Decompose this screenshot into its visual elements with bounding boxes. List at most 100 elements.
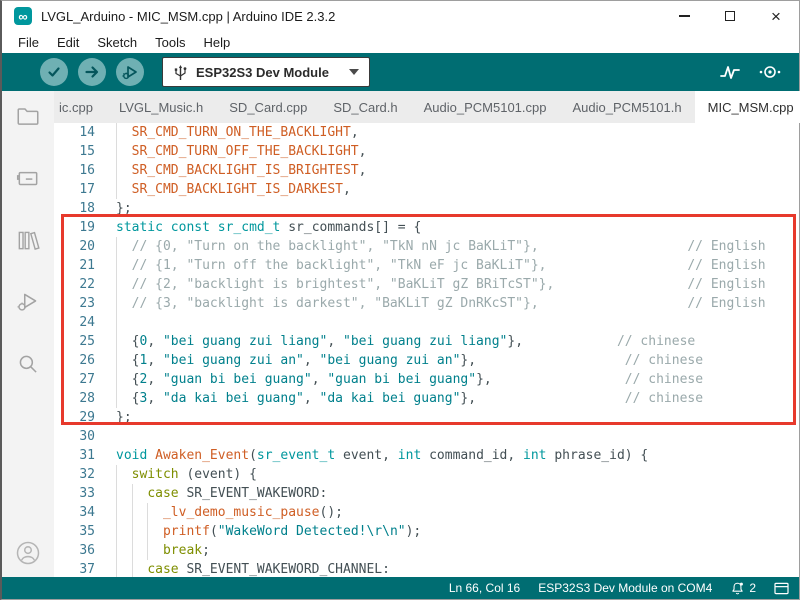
activity-sidebar <box>2 91 54 577</box>
line-number: 23 <box>54 294 95 313</box>
menu-edit[interactable]: Edit <box>48 31 88 53</box>
cursor-position[interactable]: Ln 66, Col 16 <box>449 581 520 595</box>
line-number: 18 <box>54 199 95 218</box>
code-line[interactable]: 32 switch (event) { <box>54 465 799 484</box>
code-line[interactable]: 21 // {1, "Turn off the backlight", "TkN… <box>54 256 799 275</box>
tab-sd-card-cpp[interactable]: SD_Card.cpp <box>216 91 320 123</box>
tab-ic-cpp[interactable]: ic.cpp <box>54 91 106 123</box>
code-line[interactable]: 15 SR_CMD_TURN_OFF_THE_BACKLIGHT, <box>54 142 799 161</box>
line-number: 29 <box>54 408 95 427</box>
arduino-app-icon: ∞ <box>14 7 32 25</box>
status-bar: Ln 66, Col 16 ESP32S3 Dev Module on COM4… <box>2 577 799 599</box>
arrow-right-icon <box>84 64 100 80</box>
tab-audio-pcm5101-cpp[interactable]: Audio_PCM5101.cpp <box>411 91 560 123</box>
code-line[interactable]: 23 // {3, "backlight is darkest", "BaKLi… <box>54 294 799 313</box>
code-line[interactable]: 27 {2, "guan bi bei guang", "guan bi bei… <box>54 370 799 389</box>
maximize-button[interactable] <box>707 1 753 31</box>
code-line[interactable]: 24 <box>54 313 799 332</box>
sidebar-boards-manager-button[interactable] <box>13 163 43 193</box>
line-number: 30 <box>54 427 95 446</box>
line-number: 33 <box>54 484 95 503</box>
menu-help[interactable]: Help <box>194 31 239 53</box>
code-line[interactable]: 22 // {2, "backlight is brightest", "BaK… <box>54 275 799 294</box>
line-number: 24 <box>54 313 95 332</box>
account-icon <box>14 539 42 567</box>
window-title: LVGL_Arduino - MIC_MSM.cpp | Arduino IDE… <box>41 9 335 24</box>
verify-button[interactable] <box>40 58 68 86</box>
menu-tools[interactable]: Tools <box>146 31 194 53</box>
maximize-icon <box>725 11 735 21</box>
line-number: 27 <box>54 370 95 389</box>
code-line[interactable]: 17 SR_CMD_BACKLIGHT_IS_DARKEST, <box>54 180 799 199</box>
line-number: 35 <box>54 522 95 541</box>
arduino-ide-window: ∞ LVGL_Arduino - MIC_MSM.cpp | Arduino I… <box>0 0 800 600</box>
line-number: 16 <box>54 161 95 180</box>
line-number: 31 <box>54 446 95 465</box>
code-line[interactable]: 36 break; <box>54 541 799 560</box>
title-bar: ∞ LVGL_Arduino - MIC_MSM.cpp | Arduino I… <box>2 1 799 31</box>
tab-audio-pcm5101-h[interactable]: Audio_PCM5101.h <box>559 91 694 123</box>
code-line[interactable]: 16 SR_CMD_BACKLIGHT_IS_BRIGHTEST, <box>54 161 799 180</box>
editor-tabstrip: ic.cpp LVGL_Music.h SD_Card.cpp SD_Card.… <box>54 91 799 123</box>
line-number: 28 <box>54 389 95 408</box>
code-line[interactable]: 34 _lv_demo_music_pause(); <box>54 503 799 522</box>
code-line[interactable]: 28 {3, "da kai bei guang", "da kai bei g… <box>54 389 799 408</box>
close-icon: × <box>771 8 781 25</box>
code-line[interactable]: 19static const sr_cmd_t sr_commands[] = … <box>54 218 799 237</box>
line-number: 20 <box>54 237 95 256</box>
code-line[interactable]: 30 <box>54 427 799 446</box>
code-lines: 14 SR_CMD_TURN_ON_THE_BACKLIGHT,15 SR_CM… <box>54 123 799 577</box>
serial-monitor-button[interactable] <box>757 59 783 85</box>
selected-board-label: ESP32S3 Dev Module <box>196 65 329 80</box>
notification-count: 2 <box>749 581 756 595</box>
toggle-panel-button[interactable] <box>774 582 789 595</box>
plotter-pulse-icon <box>719 63 741 81</box>
search-icon <box>15 351 41 377</box>
code-line[interactable]: 37 case SR_EVENT_WAKEWORD_CHANNEL: <box>54 560 799 577</box>
tab-sd-card-h[interactable]: SD_Card.h <box>320 91 410 123</box>
indent-guide <box>116 313 117 332</box>
usb-icon <box>173 64 188 81</box>
code-line[interactable]: 25 {0, "bei guang zui liang", "bei guang… <box>54 332 799 351</box>
code-line[interactable]: 26 {1, "bei guang zui an", "bei guang zu… <box>54 351 799 370</box>
layout-panel-icon <box>774 582 789 595</box>
notifications-button[interactable]: 2 <box>730 581 756 596</box>
line-number: 21 <box>54 256 95 275</box>
code-line[interactable]: 18}; <box>54 199 799 218</box>
bell-icon <box>730 581 745 596</box>
close-button[interactable]: × <box>753 1 799 31</box>
line-number: 15 <box>54 142 95 161</box>
code-line[interactable]: 33 case SR_EVENT_WAKEWORD: <box>54 484 799 503</box>
chevron-down-icon <box>349 69 359 75</box>
menu-sketch[interactable]: Sketch <box>88 31 146 53</box>
books-icon <box>15 227 41 253</box>
board-selector-dropdown[interactable]: ESP32S3 Dev Module <box>162 57 370 87</box>
sidebar-sketchbook-button[interactable] <box>13 101 43 131</box>
folder-icon <box>15 103 41 129</box>
code-line[interactable]: 31void Awaken_Event(sr_event_t event, in… <box>54 446 799 465</box>
line-number: 19 <box>54 218 95 237</box>
board-port-status[interactable]: ESP32S3 Dev Module on COM4 <box>538 581 712 595</box>
minimize-button[interactable] <box>661 1 707 31</box>
toolbar: ESP32S3 Dev Module <box>2 53 799 91</box>
line-number: 34 <box>54 503 95 522</box>
tab-lvgl-music-h[interactable]: LVGL_Music.h <box>106 91 216 123</box>
line-number: 25 <box>54 332 95 351</box>
sidebar-account-button[interactable] <box>2 539 54 567</box>
tab-mic-msm-cpp[interactable]: MIC_MSM.cpp <box>695 91 800 123</box>
debug-button[interactable] <box>116 58 144 86</box>
sidebar-debug-button[interactable] <box>13 287 43 317</box>
code-line[interactable]: 29}; <box>54 408 799 427</box>
debug-play-bug-icon <box>121 63 139 81</box>
line-number: 36 <box>54 541 95 560</box>
code-editor[interactable]: 14 SR_CMD_TURN_ON_THE_BACKLIGHT,15 SR_CM… <box>54 123 799 577</box>
upload-button[interactable] <box>78 58 106 86</box>
serial-plotter-button[interactable] <box>717 59 743 85</box>
sidebar-library-manager-button[interactable] <box>13 225 43 255</box>
check-icon <box>46 64 62 80</box>
code-line[interactable]: 14 SR_CMD_TURN_ON_THE_BACKLIGHT, <box>54 123 799 142</box>
menu-file[interactable]: File <box>9 31 48 53</box>
sidebar-search-button[interactable] <box>13 349 43 379</box>
code-line[interactable]: 35 printf("WakeWord Detected!\r\n"); <box>54 522 799 541</box>
code-line[interactable]: 20 // {0, "Turn on the backlight", "TkN … <box>54 237 799 256</box>
